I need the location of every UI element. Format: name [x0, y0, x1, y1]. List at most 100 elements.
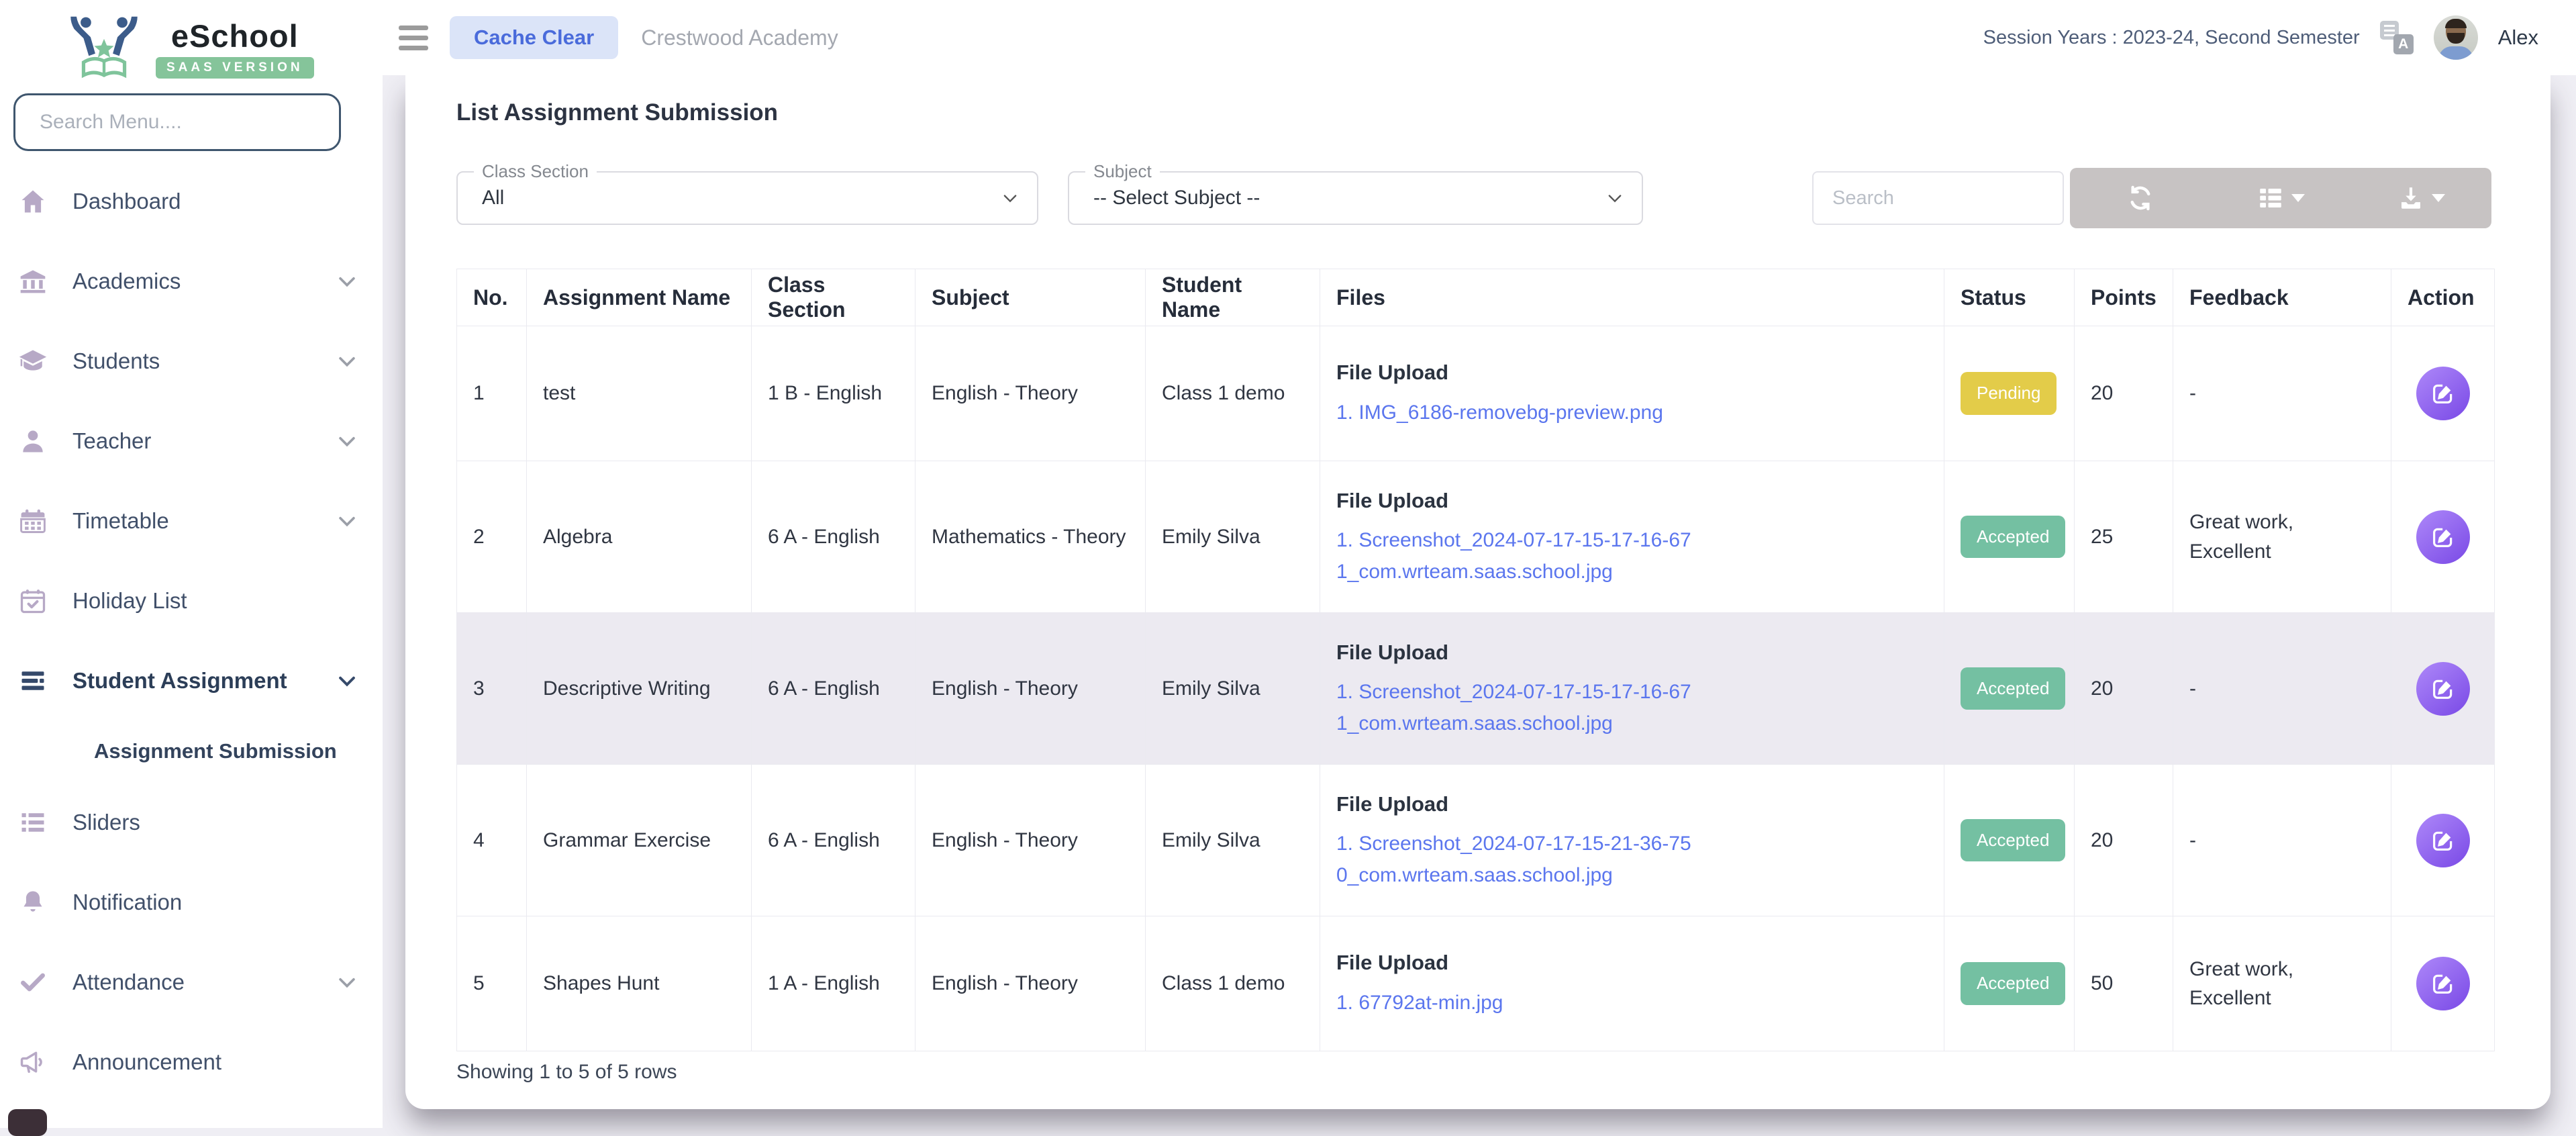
- sidebar-item-students[interactable]: Students: [0, 321, 383, 401]
- export-button[interactable]: [2351, 168, 2491, 228]
- cell-feedback: Great work, Excellent: [2173, 461, 2391, 613]
- refresh-button[interactable]: [2070, 168, 2210, 228]
- edit-button[interactable]: [2416, 662, 2470, 716]
- cell-action: [2391, 916, 2495, 1051]
- edit-button[interactable]: [2416, 957, 2470, 1010]
- academics-icon: [17, 266, 48, 297]
- hamburger-menu-icon[interactable]: [393, 20, 434, 56]
- sidebar-item-holiday-list[interactable]: Holiday List: [0, 561, 383, 641]
- sidebar-search-input[interactable]: [13, 93, 341, 151]
- class-section-value: All: [482, 187, 504, 209]
- subject-value: -- Select Subject --: [1093, 187, 1260, 209]
- cell-assignment: Shapes Hunt: [527, 916, 752, 1051]
- sidebar-item-assignment-submission[interactable]: Assignment Submission: [0, 720, 383, 782]
- edit-icon: [2430, 970, 2457, 997]
- file-upload-label: File Upload: [1336, 638, 1928, 668]
- cell-subject: English - Theory: [915, 613, 1146, 765]
- edit-icon: [2430, 524, 2457, 551]
- edit-button[interactable]: [2416, 510, 2470, 564]
- cell-student: Emily Silva: [1146, 765, 1320, 916]
- cell-class-section: 6 A - English: [752, 461, 915, 613]
- translate-icon[interactable]: A: [2380, 21, 2414, 54]
- cell-files: File Upload 1. Screenshot_2024-07-17-15-…: [1320, 613, 1944, 765]
- sidebar-item-academics[interactable]: Academics: [0, 241, 383, 321]
- table-search-input[interactable]: [1812, 171, 2064, 225]
- cell-subject: English - Theory: [915, 916, 1146, 1051]
- sidebar-item-student-assignment[interactable]: Student Assignment: [0, 641, 383, 720]
- table-header-row: No. Assignment Name Class Section Subjec…: [457, 269, 2495, 326]
- refresh-icon: [2126, 184, 2154, 212]
- caret-down-icon: [2432, 194, 2445, 202]
- user-avatar[interactable]: [2434, 15, 2478, 60]
- cell-action: [2391, 461, 2495, 613]
- sidebar-item-attendance[interactable]: Attendance: [0, 942, 383, 1022]
- col-class-section: Class Section: [752, 269, 915, 326]
- assignment-list-icon: [17, 665, 48, 696]
- cell-class-section: 6 A - English: [752, 765, 915, 916]
- table-body: 1 test 1 B - English English - Theory Cl…: [457, 326, 2495, 1051]
- file-link[interactable]: 1. 67792at-min.jpg: [1336, 988, 1702, 1019]
- bell-icon: [17, 887, 48, 918]
- sidebar-item-label: Dashboard: [72, 189, 181, 214]
- class-section-select[interactable]: Class Section All: [456, 171, 1038, 225]
- subject-select[interactable]: Subject -- Select Subject --: [1068, 171, 1643, 225]
- file-link[interactable]: 1. Screenshot_2024-07-17-15-17-16-671_co…: [1336, 677, 1702, 739]
- calendar-icon: [17, 506, 48, 536]
- cell-no: 4: [457, 765, 527, 916]
- cell-feedback: Great work, Excellent: [2173, 916, 2391, 1051]
- sidebar-item-timetable[interactable]: Timetable: [0, 481, 383, 561]
- cache-clear-button[interactable]: Cache Clear: [450, 16, 618, 59]
- cell-files: File Upload 1. Screenshot_2024-07-17-15-…: [1320, 461, 1944, 613]
- cell-feedback: -: [2173, 326, 2391, 461]
- cell-no: 2: [457, 461, 527, 613]
- sidebar-menu: Dashboard Academics Students Teacher: [0, 161, 383, 1102]
- sidebar-item-teacher[interactable]: Teacher: [0, 401, 383, 481]
- col-no: No.: [457, 269, 527, 326]
- translate-front-square: A: [2393, 34, 2414, 54]
- megaphone-icon: [17, 1047, 48, 1078]
- chevron-down-icon: [1605, 189, 1624, 207]
- sidebar-item-announcement[interactable]: Announcement: [0, 1022, 383, 1102]
- file-link[interactable]: 1. Screenshot_2024-07-17-15-17-16-671_co…: [1336, 525, 1702, 587]
- cell-points: 20: [2075, 613, 2173, 765]
- table-row: 4 Grammar Exercise 6 A - English English…: [457, 765, 2495, 916]
- sidebar-item-dashboard[interactable]: Dashboard: [0, 161, 383, 241]
- sidebar-item-notification[interactable]: Notification: [0, 862, 383, 942]
- file-link[interactable]: 1. Screenshot_2024-07-17-15-21-36-750_co…: [1336, 829, 1702, 891]
- table-row: 1 test 1 B - English English - Theory Cl…: [457, 326, 2495, 461]
- class-section-label: Class Section: [474, 161, 597, 182]
- file-upload-label: File Upload: [1336, 790, 1928, 820]
- table-row: 2 Algebra 6 A - English Mathematics - Th…: [457, 461, 2495, 613]
- brand: eSchool SAAS VERSION: [64, 17, 383, 78]
- col-assignment-name: Assignment Name: [527, 269, 752, 326]
- cell-points: 50: [2075, 916, 2173, 1051]
- caret-down-icon: [2291, 194, 2305, 202]
- columns-icon: [2257, 184, 2285, 212]
- file-upload-label: File Upload: [1336, 358, 1928, 388]
- cell-subject: Mathematics - Theory: [915, 461, 1146, 613]
- edit-button[interactable]: [2416, 814, 2470, 867]
- file-upload-label: File Upload: [1336, 948, 1928, 978]
- status-badge: Accepted: [1961, 516, 2065, 559]
- status-badge: Accepted: [1961, 667, 2065, 710]
- cell-assignment: Algebra: [527, 461, 752, 613]
- cell-points: 20: [2075, 765, 2173, 916]
- sidebar-item-label: Announcement: [72, 1049, 221, 1075]
- col-feedback: Feedback: [2173, 269, 2391, 326]
- cell-no: 1: [457, 326, 527, 461]
- graduation-cap-icon: [17, 346, 48, 377]
- edit-button[interactable]: [2416, 367, 2470, 420]
- sidebar-item-sliders[interactable]: Sliders: [0, 782, 383, 862]
- cell-class-section: 1 B - English: [752, 326, 915, 461]
- brand-badge: SAAS VERSION: [156, 57, 314, 79]
- cell-student: Emily Silva: [1146, 461, 1320, 613]
- user-name[interactable]: Alex: [2498, 26, 2538, 50]
- check-icon: [17, 967, 48, 998]
- status-badge: Accepted: [1961, 819, 2065, 862]
- scrolled-item-fragment: [8, 1109, 47, 1136]
- columns-button[interactable]: [2210, 168, 2350, 228]
- chevron-down-icon: [336, 510, 358, 532]
- cell-status: Accepted: [1944, 765, 2075, 916]
- file-link[interactable]: 1. IMG_6186-removebg-preview.png: [1336, 397, 1702, 429]
- cell-student: Class 1 demo: [1146, 326, 1320, 461]
